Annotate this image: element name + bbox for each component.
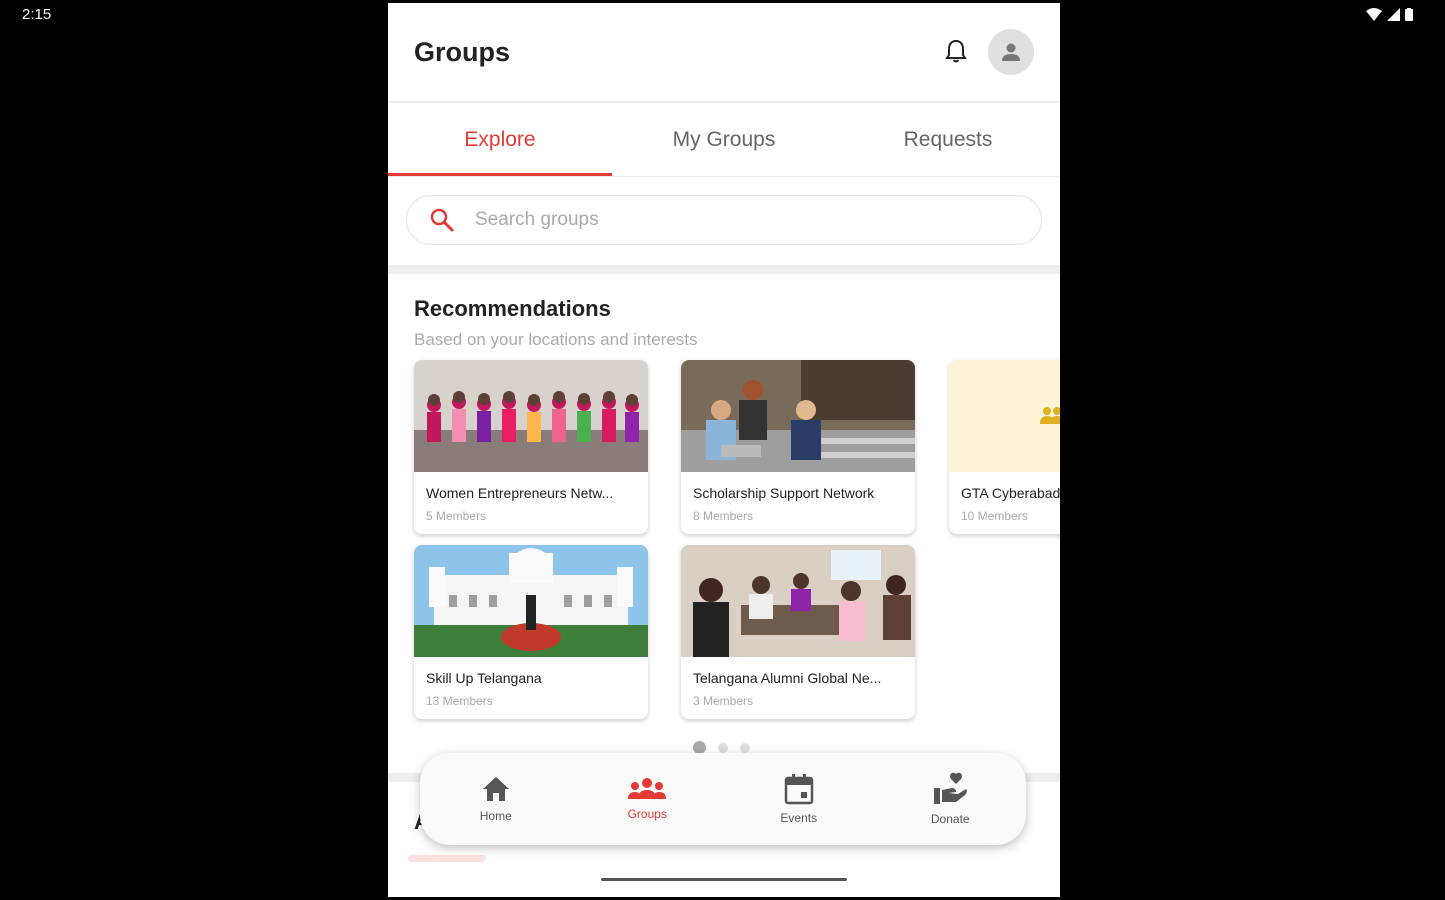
group-members: 13 Members	[426, 694, 493, 708]
recommendations-title: Recommendations	[414, 296, 611, 321]
home-indicator[interactable]	[601, 878, 847, 881]
nav-home-label: Home	[479, 809, 512, 823]
person-icon	[1002, 43, 1020, 61]
avatar[interactable]	[988, 29, 1034, 75]
carousel-dot[interactable]	[740, 742, 750, 753]
group-name: Telangana Alumni Global Ne...	[693, 670, 882, 686]
group-members: 10 Members	[961, 509, 1028, 523]
signal-icon	[1387, 8, 1400, 21]
group-card[interactable]: Women Entrepreneurs Netw... 5 Members	[414, 360, 648, 534]
nav-donate[interactable]: Donate	[875, 753, 1027, 845]
group-members: 8 Members	[693, 509, 754, 523]
group-name: Skill Up Telangana	[426, 670, 542, 686]
search-bar[interactable]	[406, 195, 1042, 245]
group-card[interactable]: Skill Up Telangana 13 Members	[414, 545, 648, 719]
group-card[interactable]: Telangana Alumni Global Ne... 3 Members	[681, 545, 915, 719]
tab-bar: Explore My Groups Requests	[388, 103, 1060, 177]
group-card[interactable]: Scholarship Support Network 8 Members	[681, 360, 915, 534]
nav-donate-label: Donate	[930, 812, 970, 826]
wifi-icon	[1366, 8, 1382, 21]
tab-my-groups[interactable]: My Groups	[612, 103, 836, 176]
donate-icon	[934, 772, 968, 804]
group-placeholder-icon	[1040, 407, 1060, 424]
group-image	[414, 360, 648, 472]
nav-groups-label: Groups	[627, 807, 667, 821]
status-time: 2:15	[22, 6, 52, 23]
nav-home[interactable]: Home	[420, 753, 572, 845]
group-name: GTA Cyberabad	[961, 485, 1060, 501]
group-members: 3 Members	[693, 694, 754, 708]
group-members: 5 Members	[426, 509, 487, 523]
group-image	[949, 360, 1060, 472]
search-section	[388, 177, 1060, 274]
battery-icon	[1405, 8, 1413, 21]
app-header: Groups	[388, 3, 1060, 103]
section-chip	[408, 855, 486, 862]
bottom-navigation: Home Groups Events Donate	[420, 753, 1026, 845]
group-image	[681, 545, 915, 657]
calendar-icon	[784, 774, 813, 805]
recommendations-subtitle: Based on your locations and interests	[414, 330, 698, 349]
recommendations-section: Recommendations Based on your locations …	[388, 274, 1060, 350]
home-icon	[482, 777, 509, 801]
tab-explore[interactable]: Explore	[388, 103, 612, 176]
group-image	[681, 360, 915, 472]
carousel-dot[interactable]	[718, 742, 728, 753]
group-cards: Women Entrepreneurs Netw... 5 Members Sc…	[388, 360, 1060, 740]
status-icons	[1366, 8, 1413, 21]
group-name: Scholarship Support Network	[693, 485, 875, 501]
group-card[interactable]: GTA Cyberabad 10 Members	[949, 360, 1060, 534]
nav-events-label: Events	[780, 811, 818, 825]
search-icon	[430, 208, 454, 232]
nav-events[interactable]: Events	[723, 753, 875, 845]
page-title: Groups	[414, 36, 511, 67]
groups-icon	[628, 778, 667, 799]
bell-icon[interactable]	[936, 32, 976, 72]
search-input[interactable]	[475, 209, 1019, 231]
app-window: Groups Explore My Groups Requests Search…	[388, 3, 1060, 897]
group-name: Women Entrepreneurs Netw...	[426, 485, 614, 501]
group-image	[414, 545, 648, 657]
tab-requests[interactable]: Requests	[836, 103, 1060, 176]
nav-groups[interactable]: Groups	[572, 753, 724, 845]
